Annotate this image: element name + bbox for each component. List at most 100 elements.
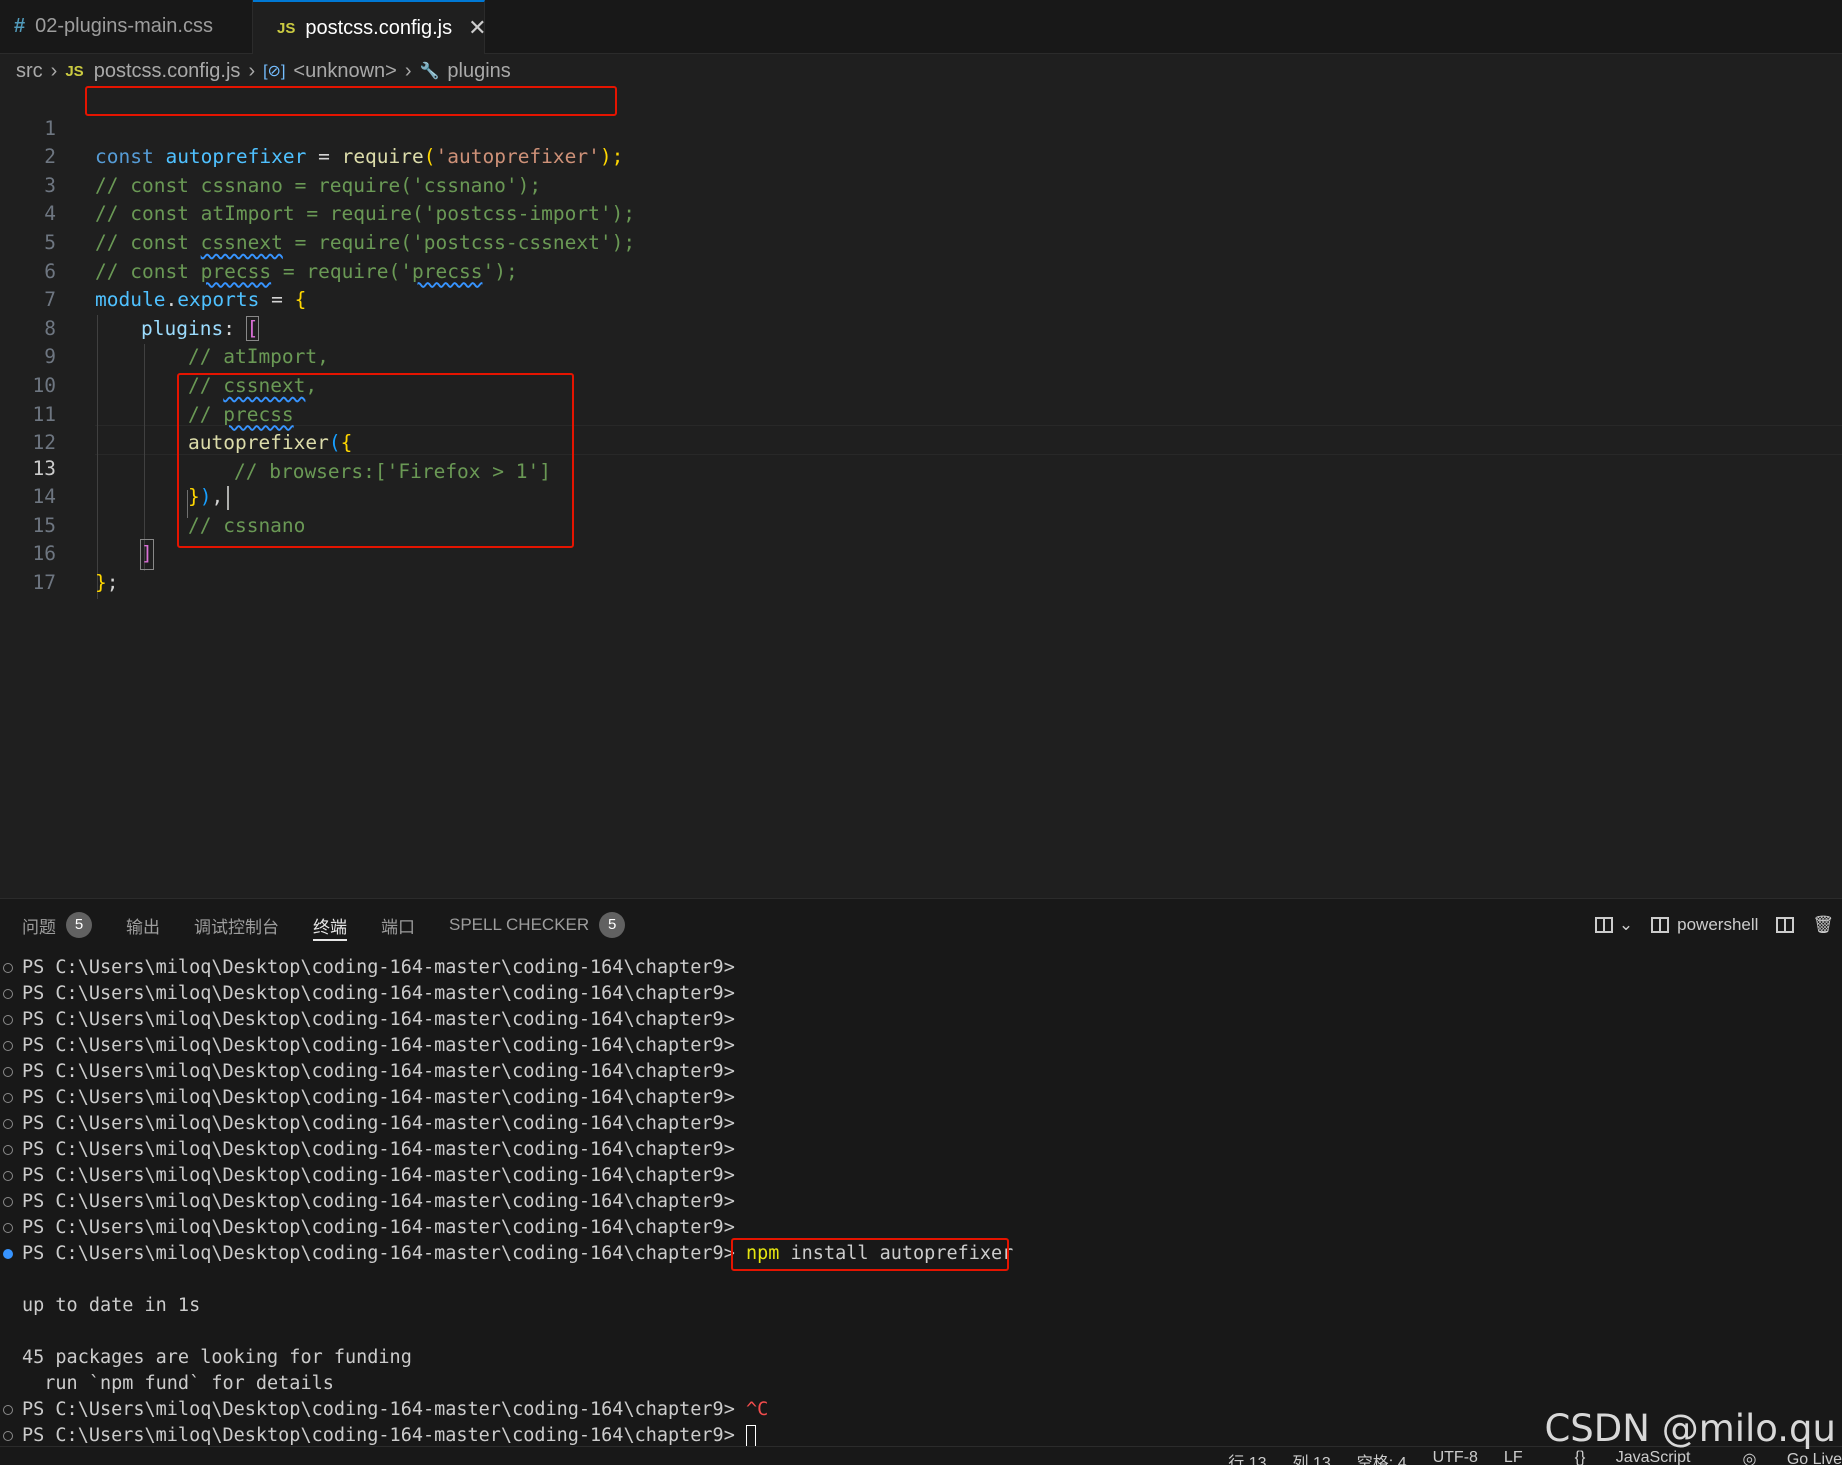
- chevron-right-icon: ›: [248, 59, 256, 82]
- prompt: PS C:\Users\miloq\Desktop\coding-164-mas…: [22, 1035, 735, 1056]
- broadcast-icon: ◎: [1742, 1451, 1757, 1465]
- css-file-icon: #: [14, 15, 26, 37]
- prompt: PS C:\Users\miloq\Desktop\coding-164-mas…: [22, 1087, 735, 1108]
- tab-debug-console[interactable]: 调试控制台: [194, 899, 279, 951]
- go-live-label: Go Live: [1786, 1451, 1842, 1465]
- prompt: PS C:\Users\miloq\Desktop\coding-164-mas…: [22, 1399, 735, 1420]
- bottom-panel: 问题 5 输出 调试控制台 终端 端口 SPELL CHECKER 5 ⌄ powe…: [0, 898, 1842, 1447]
- trash-icon: 🗑: [1812, 915, 1834, 934]
- shell-name: powershell: [1677, 915, 1759, 934]
- tab-postcss-config-js[interactable]: JS postcss.config.js ✕: [253, 0, 487, 54]
- command-decoration-icon: [3, 1015, 13, 1025]
- status-eol[interactable]: LF: [1504, 1449, 1523, 1465]
- chevron-down-icon: ⌄: [1618, 915, 1634, 934]
- split-editor-button[interactable]: [1776, 917, 1795, 933]
- prompt: PS C:\Users\miloq\Desktop\coding-164-mas…: [22, 1139, 735, 1160]
- prompt: PS C:\Users\miloq\Desktop\coding-164-mas…: [22, 983, 735, 1004]
- command-decoration-icon: [3, 1223, 13, 1233]
- code-line: 10 // precss: [0, 343, 1842, 426]
- code-line: 6 module.exports = {: [0, 229, 1842, 312]
- status-go-live[interactable]: ◎ Go Live: [1716, 1449, 1842, 1465]
- panel-tab-bar: 问题 5 输出 调试控制台 终端 端口 SPELL CHECKER 5: [0, 899, 1842, 951]
- prompt: PS C:\Users\miloq\Desktop\coding-164-mas…: [22, 1425, 735, 1446]
- wrench-icon: 🔧: [419, 63, 440, 80]
- status-column[interactable]: 列 13: [1293, 1449, 1331, 1465]
- split-icon: [1594, 917, 1613, 933]
- problems-count-badge: 5: [66, 912, 92, 938]
- split-terminal-button[interactable]: ⌄: [1594, 915, 1634, 935]
- token: }: [95, 570, 107, 594]
- command-decoration-icon: [3, 1067, 13, 1077]
- terminal-cursor: [745, 1425, 756, 1447]
- command-decoration-icon: [3, 963, 13, 973]
- watermark: CSDN @milo.qu: [1544, 1407, 1836, 1450]
- command-decoration-icon: [3, 1405, 13, 1415]
- prompt: PS C:\Users\miloq\Desktop\coding-164-mas…: [22, 1061, 735, 1082]
- status-language[interactable]: {} JavaScript: [1549, 1449, 1691, 1465]
- code-line: 8 // atImport,: [0, 286, 1842, 369]
- breadcrumb-symbol-unknown[interactable]: <unknown>: [293, 60, 396, 83]
- breadcrumb-folder[interactable]: src: [16, 60, 43, 83]
- highlight-box-npm-install: [731, 1238, 1009, 1271]
- breadcrumb: src › JS postcss.config.js › [⊘] <unknow…: [0, 56, 1842, 86]
- code-line: 7 plugins: [: [0, 258, 1842, 341]
- chevron-right-icon: ›: [404, 59, 412, 82]
- tab-label: 02-plugins-main.css: [35, 15, 213, 37]
- terminal-split-icon: [1651, 917, 1670, 933]
- command-decoration-icon: [3, 1093, 13, 1103]
- token: ;: [106, 570, 119, 594]
- code-line: 3 // const atImport = require('postcss-i…: [0, 143, 1842, 226]
- terminal-output: run `npm fund` for details: [22, 1373, 334, 1394]
- code-line: 4 // const cssnext = require('postcss-cs…: [0, 172, 1842, 254]
- close-icon[interactable]: ✕: [468, 15, 486, 41]
- command-decoration-icon: [3, 1431, 13, 1441]
- prompt: PS C:\Users\miloq\Desktop\coding-164-mas…: [22, 1217, 735, 1238]
- tab-output[interactable]: 输出: [126, 899, 160, 951]
- code-line: 5 // const precss = require('precss');: [0, 200, 1842, 283]
- line-number: 17: [32, 570, 56, 594]
- command-decoration-icon: [3, 1197, 13, 1207]
- ctrl-c: ^C: [745, 1399, 769, 1420]
- command-decoration-icon: [3, 1171, 13, 1181]
- tab-label: postcss.config.js: [305, 16, 453, 39]
- prompt: PS C:\Users\miloq\Desktop\coding-164-mas…: [22, 1113, 735, 1134]
- terminal-instance-powershell[interactable]: powershell: [1651, 915, 1758, 935]
- command-decoration-icon: [3, 1145, 13, 1155]
- prompt: PS C:\Users\miloq\Desktop\coding-164-mas…: [22, 1243, 735, 1264]
- prompt: PS C:\Users\miloq\Desktop\coding-164-mas…: [22, 1191, 735, 1212]
- command-decoration-icon: [3, 1119, 13, 1129]
- highlight-box-require: [85, 86, 617, 116]
- breadcrumb-symbol-plugins[interactable]: plugins: [447, 60, 510, 83]
- status-indentation[interactable]: 空格: 4: [1357, 1449, 1407, 1465]
- kill-terminal-button[interactable]: 🗑: [1812, 915, 1834, 935]
- tab-label: 终端: [313, 917, 347, 937]
- tab-label: SPELL CHECKER: [449, 915, 590, 934]
- command-decoration-icon: [3, 1041, 13, 1051]
- braces-icon: {}: [1574, 1449, 1586, 1465]
- status-encoding[interactable]: UTF-8: [1433, 1449, 1478, 1465]
- breadcrumb-file[interactable]: postcss.config.js: [94, 60, 241, 83]
- tab-ports[interactable]: 端口: [381, 899, 415, 951]
- status-bar-right: 行 13 列 13 空格: 4 UTF-8 LF {} JavaScript ◎…: [1202, 1449, 1842, 1465]
- terminal-output: up to date in 1s: [22, 1295, 201, 1316]
- js-file-icon: JS: [65, 62, 84, 80]
- code-editor[interactable]: 1 const autoprefixer = require('autopref…: [0, 86, 1842, 898]
- language-label: JavaScript: [1615, 1449, 1691, 1465]
- terminal-output: 45 packages are looking for funding: [22, 1347, 412, 1368]
- panel-actions: ⌄ powershell 🗑: [1577, 899, 1834, 951]
- code-line: 9 // cssnext,: [0, 315, 1842, 397]
- variable-symbol-icon: [⊘]: [263, 63, 286, 80]
- tab-02-plugins-main-css[interactable]: # 02-plugins-main.css: [0, 0, 253, 53]
- tab-terminal[interactable]: 终端: [313, 899, 347, 951]
- tab-problems[interactable]: 问题 5: [22, 899, 92, 951]
- js-file-icon: JS: [277, 19, 296, 37]
- prompt: PS C:\Users\miloq\Desktop\coding-164-mas…: [22, 1009, 735, 1030]
- tab-label: 问题: [22, 917, 56, 937]
- prompt: PS C:\Users\miloq\Desktop\coding-164-mas…: [22, 957, 735, 978]
- tab-spell-checker[interactable]: SPELL CHECKER 5: [449, 899, 626, 951]
- highlight-box-autoprefixer-call: [177, 373, 574, 548]
- prompt: PS C:\Users\miloq\Desktop\coding-164-mas…: [22, 1165, 735, 1186]
- editor-tab-bar: # 02-plugins-main.css JS postcss.config.…: [0, 0, 1842, 54]
- tab-label: 调试控制台: [194, 917, 279, 937]
- status-line[interactable]: 行 13: [1228, 1449, 1266, 1465]
